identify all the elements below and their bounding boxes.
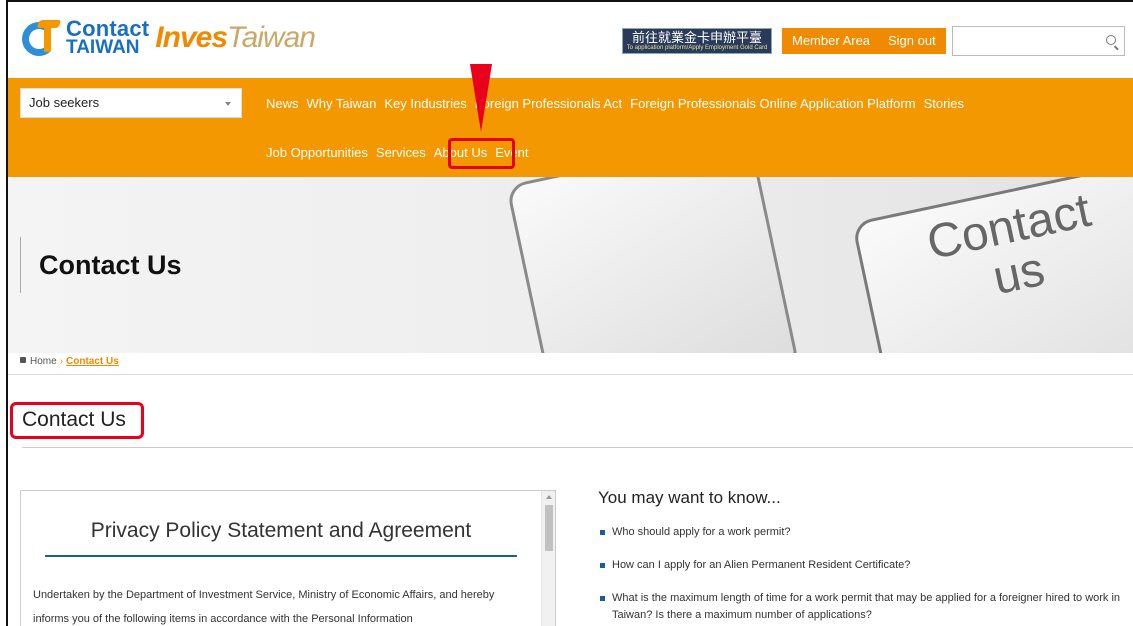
faq-list: Who should apply for a work permit? How …	[598, 524, 1128, 624]
bullet-icon	[600, 563, 605, 568]
nav-item-online-application-platform[interactable]: Foreign Professionals Online Application…	[630, 96, 915, 111]
logo-wordmark: Contact TAIWAN	[66, 16, 150, 58]
banner-title: Contact Us	[20, 237, 182, 293]
privacy-policy-panel[interactable]: Privacy Policy Statement and Agreement U…	[20, 490, 556, 626]
nav-item-news[interactable]: News	[266, 96, 299, 111]
audience-select[interactable]: Job seekers	[20, 88, 242, 118]
privacy-body-text: Undertaken by the Department of Investme…	[33, 589, 495, 625]
contact-taiwan-logo[interactable]: Contact TAIWAN InvesTaiwan	[22, 12, 316, 64]
browser-viewport: Contact TAIWAN InvesTaiwan 前往就業金卡申辦平臺 To…	[6, 0, 1133, 626]
nav-item-job-opportunities[interactable]: Job Opportunities	[266, 145, 368, 160]
home-icon	[20, 357, 26, 363]
gold-card-platform-link[interactable]: 前往就業金卡申辦平臺 To application platform/Apply…	[622, 28, 772, 54]
nav-item-why-taiwan[interactable]: Why Taiwan	[307, 96, 377, 111]
breadcrumb-current[interactable]: Contact Us	[66, 356, 119, 367]
breadcrumb: Home › Contact Us	[20, 356, 119, 367]
member-area-button[interactable]: Member Area	[782, 28, 881, 54]
annotation-highlight-about-us	[448, 138, 515, 169]
invest-taiwan-logo: InvesTaiwan	[155, 21, 316, 54]
faq-section: You may want to know... Who should apply…	[598, 488, 1128, 626]
nav-item-key-industries[interactable]: Key Industries	[384, 96, 466, 111]
faq-item[interactable]: What is the maximum length of time for a…	[598, 590, 1128, 624]
nav-row-primary: News Why Taiwan Key Industries Foreign P…	[262, 96, 968, 111]
search-field[interactable]	[952, 26, 1125, 56]
heading-underline	[45, 555, 517, 557]
logo-mark-icon	[22, 18, 62, 58]
search-icon[interactable]	[1106, 35, 1116, 45]
nav-item-services[interactable]: Services	[376, 145, 426, 160]
annotation-arrow	[470, 64, 492, 132]
nav-item-foreign-professionals-act[interactable]: Foreign Professionals Act	[475, 96, 622, 111]
faq-heading: You may want to know...	[598, 488, 781, 507]
faq-item[interactable]: Who should apply for a work permit?	[598, 524, 1128, 541]
keyboard-key-image	[505, 177, 801, 353]
divider	[8, 374, 1133, 375]
chevron-down-icon	[225, 102, 231, 106]
sign-out-button[interactable]: Sign out	[878, 28, 946, 54]
scroll-up-icon[interactable]	[546, 495, 552, 499]
divider	[22, 447, 1133, 448]
page-banner: Contact us Contact Us	[8, 177, 1133, 353]
scrollbar-thumb[interactable]	[545, 505, 553, 551]
annotation-highlight-title	[10, 402, 144, 439]
faq-item[interactable]: How can I apply for an Alien Permanent R…	[598, 557, 1128, 574]
nav-item-stories[interactable]: Stories	[924, 96, 964, 111]
breadcrumb-home[interactable]: Home	[30, 356, 57, 367]
privacy-heading: Privacy Policy Statement and Agreement	[90, 519, 472, 542]
bullet-icon	[600, 596, 605, 601]
privacy-scrollbar[interactable]	[541, 491, 555, 626]
search-input[interactable]	[953, 27, 1098, 55]
site-header: Contact TAIWAN InvesTaiwan 前往就業金卡申辦平臺 To…	[8, 2, 1133, 78]
bullet-icon	[600, 530, 605, 535]
main-navigation: Job seekers News Why Taiwan Key Industri…	[8, 78, 1133, 177]
chevron-right-icon: ›	[59, 356, 64, 367]
